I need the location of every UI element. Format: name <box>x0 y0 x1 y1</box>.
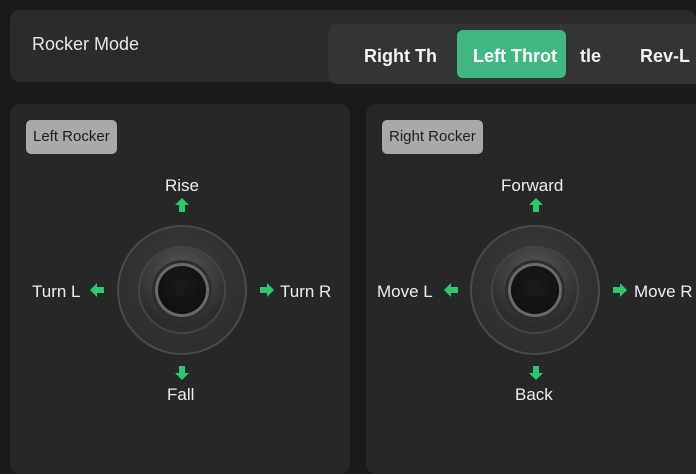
right-rocker-down-label: Back <box>515 385 553 404</box>
right-joystick[interactable] <box>470 225 600 355</box>
right-joystick-knob[interactable] <box>511 266 559 314</box>
left-rocker-panel: Left Rocker Rise Turn L Turn R Fall <box>10 104 350 474</box>
rocker-mode-selector: Right Th Left Throt tle Rev-L <box>328 24 696 84</box>
rocker-mode-bar: Rocker Mode Right Th Left Throt tle Rev-… <box>10 10 696 84</box>
right-rocker-panel: Right Rocker Forward Move L Move R Back <box>366 104 696 474</box>
arrow-up-icon <box>529 198 543 212</box>
arrow-left-icon <box>444 283 458 297</box>
left-rocker-up-label: Rise <box>165 176 200 195</box>
right-rocker-left-label: Move L <box>377 282 433 301</box>
mode-option-left-throttle[interactable]: Left Throt <box>457 30 566 78</box>
right-rocker-up-label: Forward <box>501 176 564 195</box>
arrow-down-icon <box>529 366 543 380</box>
mode-option-left-throttle-label: Left Throt <box>473 46 557 66</box>
arrow-up-icon <box>175 198 189 212</box>
arrow-right-icon <box>260 283 274 297</box>
left-joystick-knob[interactable] <box>158 266 206 314</box>
right-rocker-right-label: Move R <box>634 282 693 301</box>
arrow-right-icon <box>613 283 627 297</box>
left-rocker-down-label: Fall <box>167 385 195 404</box>
right-joystick-ring <box>493 248 577 332</box>
left-joystick-ring <box>140 248 224 332</box>
mode-option-right-throttle[interactable]: Right Th <box>364 46 437 67</box>
mode-option-left-throttle-tail[interactable]: tle <box>580 46 601 67</box>
left-rocker-right-label: Turn R <box>280 282 332 301</box>
right-rocker-badge: Right Rocker <box>382 120 483 154</box>
rocker-mode-title: Rocker Mode <box>32 34 140 54</box>
arrow-down-icon <box>175 366 189 380</box>
left-rocker-badge: Left Rocker <box>26 120 117 154</box>
left-joystick[interactable] <box>117 225 247 355</box>
left-rocker-left-label: Turn L <box>32 282 81 301</box>
arrow-left-icon <box>90 283 104 297</box>
mode-option-rev-l[interactable]: Rev-L <box>640 46 690 67</box>
